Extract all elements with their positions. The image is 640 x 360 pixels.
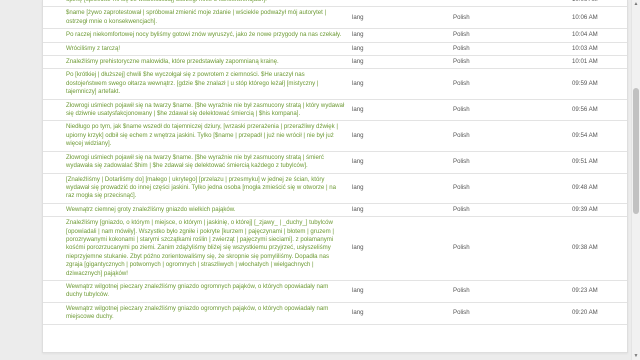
table-row[interactable]: Niedługo po tym, jak $name wszedł do taj…	[43, 120, 627, 152]
row-locale: Polish	[450, 6, 566, 30]
row-lang: lang	[349, 120, 450, 152]
row-time: 09:59 AM	[566, 68, 627, 100]
row-message: Wewnątrz ciemnej groty znaleźliśmy gniaz…	[43, 203, 349, 218]
row-lang: lang	[349, 173, 450, 204]
row-locale: Polish	[450, 42, 566, 57]
row-message: $name [żywo zaprotestował | spróbował zm…	[43, 6, 349, 30]
table-row[interactable]: Złowrogi uśmiech pojawił się na twarzy $…	[43, 151, 627, 174]
row-time: 10:06 AM	[566, 0, 627, 8]
row-lang: lang	[349, 42, 450, 57]
row-message: Niedługo po tym, jak $name wszedł do taj…	[43, 120, 349, 152]
row-time: 10:06 AM	[566, 6, 627, 30]
row-lang: lang	[349, 151, 450, 174]
row-time: 09:51 AM	[566, 151, 627, 174]
page-scrollbar[interactable]: ▲ ▼	[631, 0, 640, 360]
table-row[interactable]: [Znaleźliśmy | Dotarliśmy do] [małego | …	[43, 173, 627, 204]
row-time: 09:38 AM	[566, 216, 627, 281]
row-locale: Polish	[450, 99, 566, 122]
row-message: Złowrogi uśmiech pojawił się na twarzy $…	[43, 151, 349, 174]
row-locale	[450, 0, 566, 8]
row-lang: lang	[349, 216, 450, 281]
table-row[interactable]: $name [żywo zaprotestował | spróbował zm…	[43, 6, 627, 30]
table-row[interactable]: Złowrogi uśmiech pojawił się na twarzy $…	[43, 99, 627, 122]
row-time: 10:03 AM	[566, 42, 627, 57]
table-row[interactable]: Wewnątrz ciemnej groty znaleźliśmy gniaz…	[43, 203, 627, 218]
scroll-up-icon[interactable]: ▲	[632, 0, 640, 8]
row-time: 09:23 AM	[566, 280, 627, 303]
row-locale: Polish	[450, 216, 566, 281]
row-message: Po raczej niekomfortowej nocy byliśmy go…	[43, 28, 349, 43]
table-row[interactable]: Wewnątrz wilgotnej pieczary znaleźliśmy …	[43, 280, 627, 303]
row-locale: Polish	[450, 280, 566, 303]
row-time: 09:54 AM	[566, 120, 627, 152]
table-row[interactable]: Wewnątrz wilgotnej pieczary znaleźliśmy …	[43, 302, 627, 325]
row-time: 10:01 AM	[566, 55, 627, 70]
row-lang: lang	[349, 6, 450, 30]
row-lang: lang	[349, 280, 450, 303]
row-locale: Polish	[450, 28, 566, 43]
row-message: Wewnątrz wilgotnej pieczary znaleźliśmy …	[43, 280, 349, 303]
row-message: Wewnątrz wilgotnej pieczary znaleźliśmy …	[43, 302, 349, 325]
row-time: 09:56 AM	[566, 99, 627, 122]
table-row[interactable]: opinię [sprzeciw/ mi się ze wściekłością…	[43, 0, 627, 8]
row-locale: Polish	[450, 173, 566, 204]
row-message: opinię [sprzeciw/ mi się ze wściekłością…	[43, 0, 349, 8]
row-locale: Polish	[450, 68, 566, 100]
row-locale: Polish	[450, 120, 566, 152]
row-time: 10:04 AM	[566, 28, 627, 43]
table-row[interactable]: Po raczej niekomfortowej nocy byliśmy go…	[43, 28, 627, 43]
translations-card: opinię [sprzeciw/ mi się ze wściekłością…	[42, 0, 628, 353]
row-lang: lang	[349, 203, 450, 218]
row-message: Znaleźliśmy prehistoryczne malowidła, kt…	[43, 55, 349, 70]
row-message: [Znaleźliśmy | Dotarliśmy do] [małego | …	[43, 173, 349, 204]
scroll-down-icon[interactable]: ▼	[632, 352, 640, 360]
row-message: Wróciliśmy z tarczą!	[43, 42, 349, 57]
row-time: 09:48 AM	[566, 173, 627, 204]
translations-table: opinię [sprzeciw/ mi się ze wściekłością…	[43, 0, 627, 325]
row-lang: lang	[349, 68, 450, 100]
row-time: 09:39 AM	[566, 203, 627, 218]
row-time: 09:20 AM	[566, 302, 627, 325]
scrollbar-thumb[interactable]	[633, 88, 639, 214]
row-message: Złowrogi uśmiech pojawił się na twarzy $…	[43, 99, 349, 122]
row-message: Po [krótkiej | dłuższej] chwili $he wycz…	[43, 68, 349, 100]
table-row[interactable]: Wróciliśmy z tarczą! lang Polish 10:03 AM	[43, 42, 627, 57]
row-lang: lang	[349, 55, 450, 70]
row-lang	[349, 0, 450, 8]
table-row[interactable]: Znaleźliśmy prehistoryczne malowidła, kt…	[43, 55, 627, 70]
row-lang: lang	[349, 302, 450, 325]
table-row[interactable]: Po [krótkiej | dłuższej] chwili $he wycz…	[43, 68, 627, 100]
row-locale: Polish	[450, 203, 566, 218]
row-lang: lang	[349, 99, 450, 122]
translations-table-body: opinię [sprzeciw/ mi się ze wściekłością…	[43, 0, 627, 325]
row-locale: Polish	[450, 55, 566, 70]
row-locale: Polish	[450, 151, 566, 174]
row-locale: Polish	[450, 302, 566, 325]
table-row[interactable]: Znaleźliśmy [gniazdo, o którym | miejsce…	[43, 216, 627, 281]
row-message: Znaleźliśmy [gniazdo, o którym | miejsce…	[43, 216, 349, 281]
row-lang: lang	[349, 28, 450, 43]
